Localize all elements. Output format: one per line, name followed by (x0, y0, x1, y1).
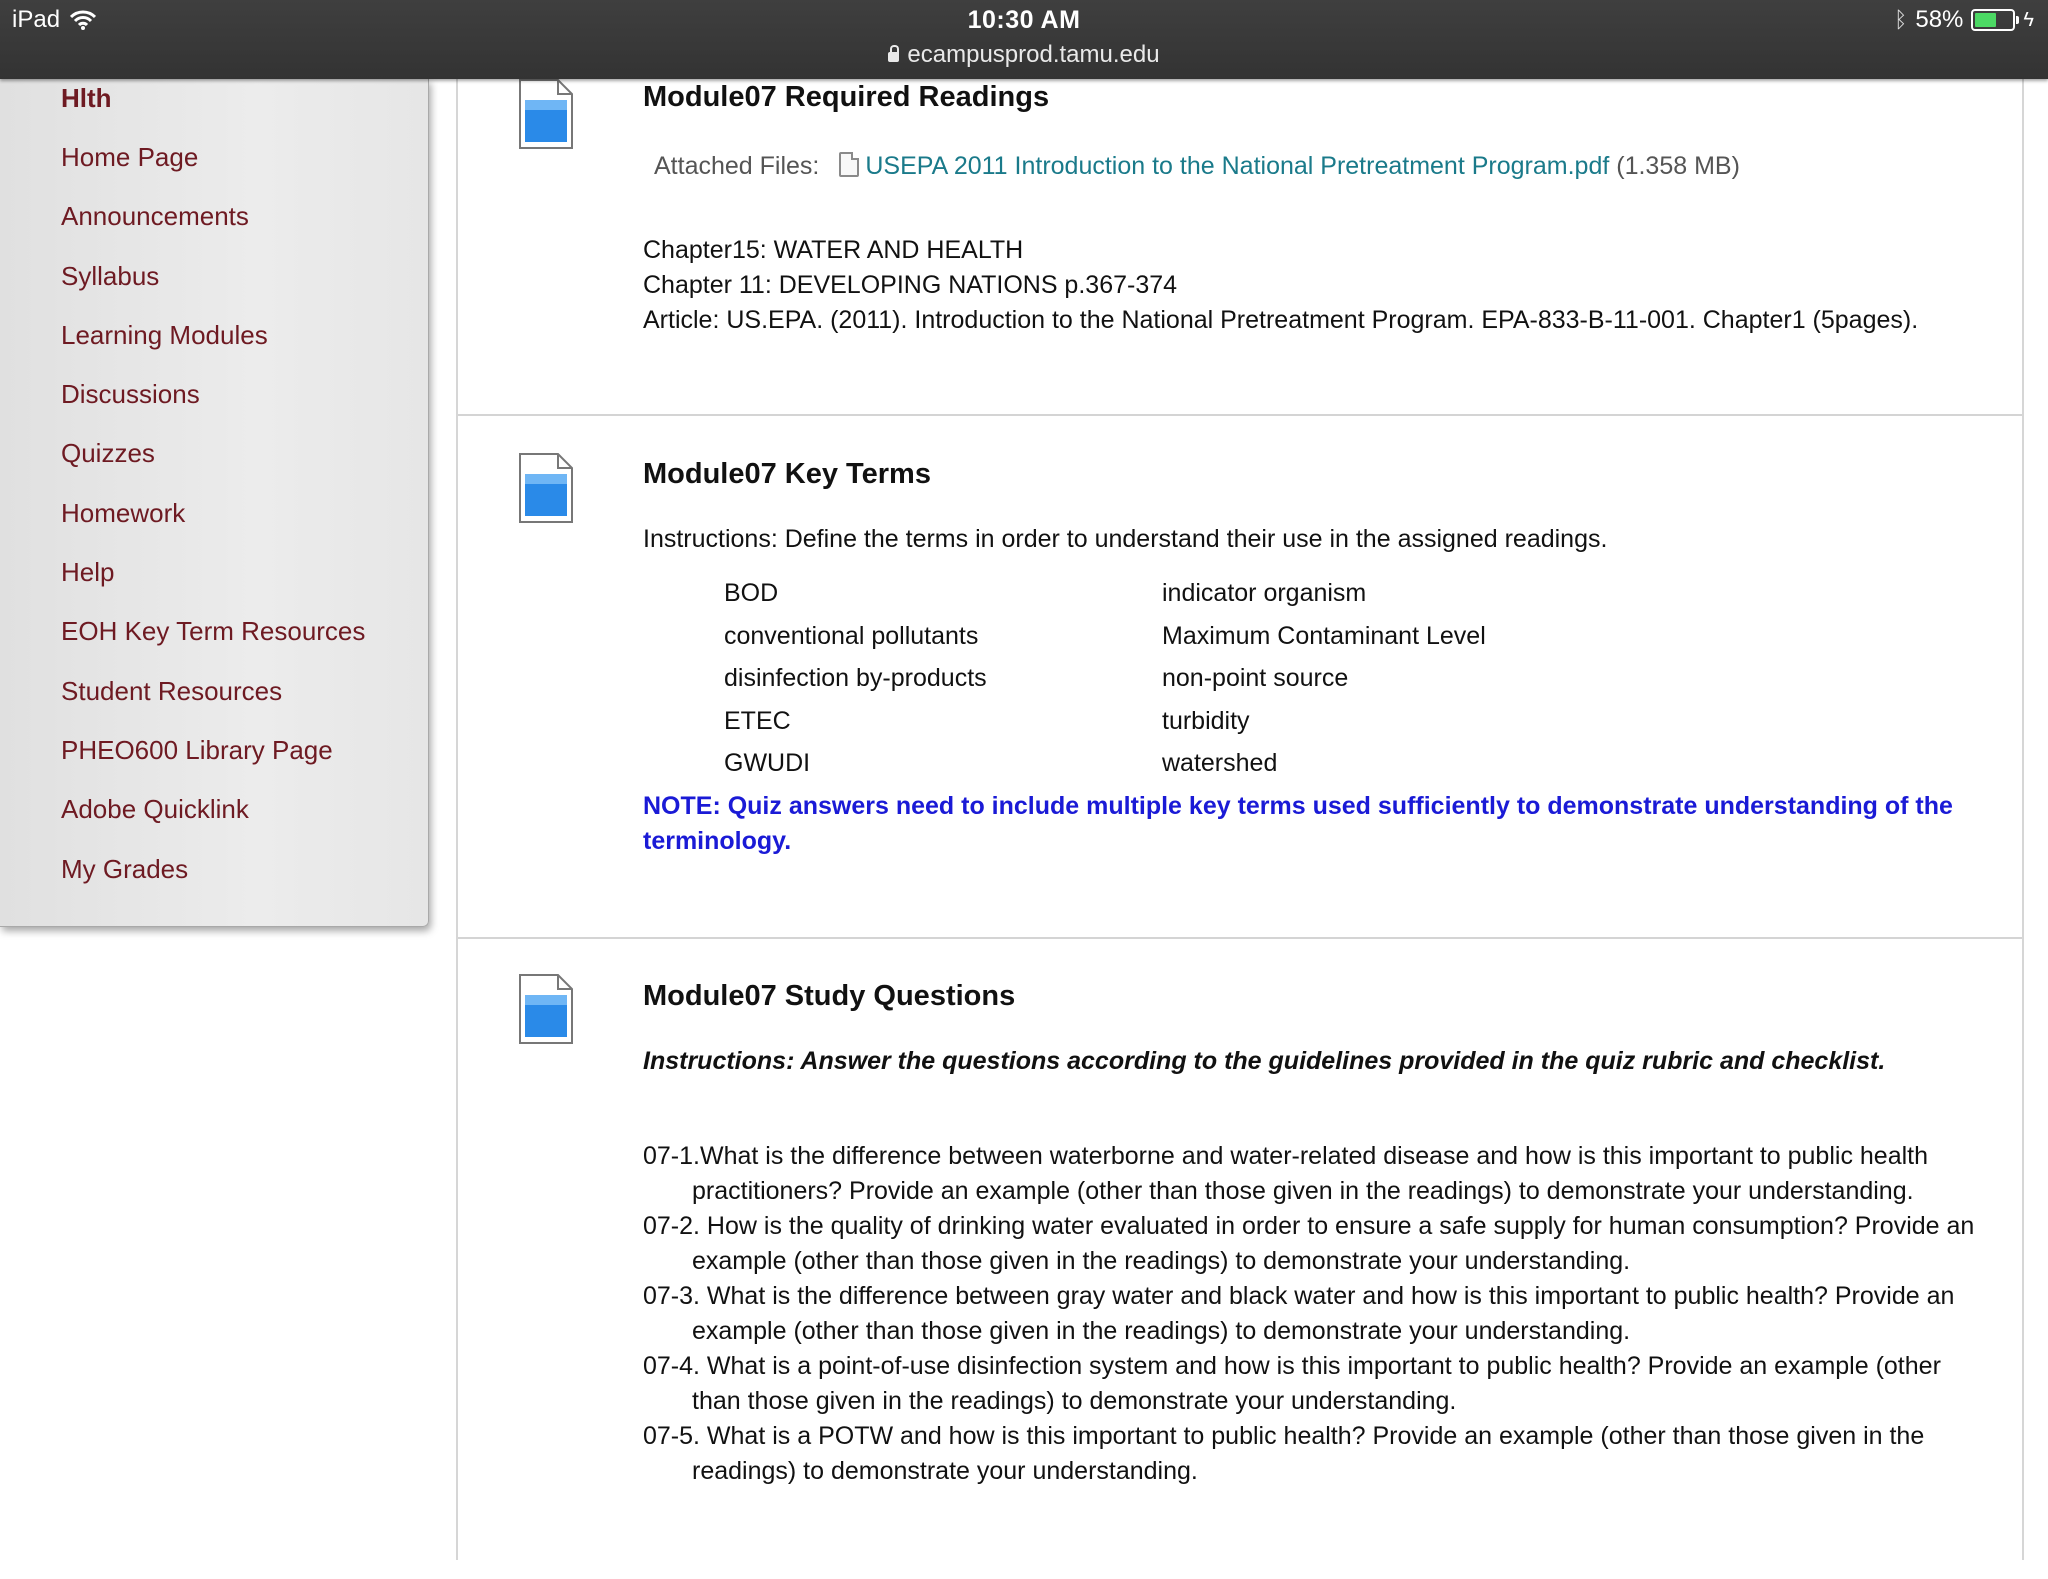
reading-line: Chapter 11: DEVELOPING NATIONS p.367-374 (643, 271, 1178, 299)
content-area: Module07 Required Readings Attached File… (456, 60, 2024, 1560)
document-icon (519, 453, 573, 523)
term: ETEC (724, 706, 791, 735)
charging-icon: ϟ (2023, 8, 2034, 31)
term-row: disinfection by-products non-point source (724, 664, 1486, 707)
term: Maximum Contaminant Level (1162, 621, 1486, 650)
system-indicators: ᛒ 58% ϟ (1894, 6, 2034, 34)
address-bar[interactable]: ecampusprod.tamu.edu (0, 41, 2048, 69)
sidebar-item-homework[interactable]: Homework (61, 493, 365, 552)
sidebar-item-discussions[interactable]: Discussions (61, 374, 365, 433)
sidebar-item-my-grades[interactable]: My Grades (61, 849, 365, 908)
content-item-study-questions: Module07 Study Questions Instructions: A… (458, 939, 2022, 1579)
sidebar-item-library-page[interactable]: PHEO600 Library Page (61, 730, 365, 789)
sidebar-item-announcements[interactable]: Announcements (61, 196, 365, 255)
item-title[interactable]: Module07 Study Questions (643, 980, 1015, 1013)
clock: 10:30 AM (967, 6, 1081, 34)
sidebar-item-home-page[interactable]: Home Page (61, 137, 365, 196)
attached-files-label: Attached Files: (654, 152, 820, 180)
document-icon (519, 79, 573, 149)
lock-icon (888, 45, 900, 62)
item-title[interactable]: Module07 Required Readings (643, 81, 1049, 114)
study-instructions: Instructions: Answer the questions accor… (643, 1047, 1886, 1075)
term-row: ETEC turbidity (724, 707, 1486, 750)
sidebar-item-syllabus[interactable]: Syllabus (61, 256, 365, 315)
sidebar-item-learning-modules[interactable]: Learning Modules (61, 315, 365, 374)
item-title[interactable]: Module07 Key Terms (643, 458, 931, 491)
question-item: 07-5. What is a POTW and how is this imp… (643, 1422, 1925, 1485)
term: GWUDI (724, 749, 811, 777)
term: BOD (724, 579, 779, 607)
question-item: 07-2. How is the quality of drinking wat… (643, 1212, 1975, 1275)
term: turbidity (1162, 706, 1250, 735)
term: non-point source (1162, 664, 1349, 692)
battery-icon (1971, 9, 2020, 31)
term: watershed (1162, 749, 1278, 777)
quiz-note: NOTE: Quiz answers need to include multi… (643, 792, 1953, 855)
key-terms-instructions: Instructions: Define the terms in order … (643, 525, 1608, 553)
document-icon (519, 974, 573, 1044)
term: disinfection by-products (724, 664, 987, 692)
term-row: conventional pollutants Maximum Contamina… (724, 622, 1486, 665)
term: indicator organism (1162, 579, 1367, 607)
battery-fill (1975, 13, 1997, 27)
file-size: (1.358 MB) (1616, 152, 1740, 180)
url-text: ecampusprod.tamu.edu (907, 41, 1160, 68)
question-item: 07-3. What is the difference between gra… (643, 1282, 1955, 1345)
sidebar-item-help[interactable]: Help (61, 552, 365, 611)
term: conventional pollutants (724, 621, 979, 650)
sidebar-item-adobe-quicklink[interactable]: Adobe Quicklink (61, 789, 365, 848)
course-menu: Hlth Home Page Announcements Syllabus Le… (0, 79, 429, 927)
term-row: BOD indicator organism (724, 579, 1486, 622)
key-terms-table: BOD indicator organism conventional pollu… (724, 579, 1486, 792)
reading-line: Chapter15: WATER AND HEALTH (643, 236, 1024, 264)
question-item: 07-1.What is the difference between wate… (643, 1142, 1929, 1205)
reading-line: Article: US.EPA. (2011). Introduction to… (643, 306, 1919, 334)
term-row: GWUDI watershed (724, 749, 1486, 792)
bluetooth-icon: ᛒ (1894, 7, 1908, 32)
file-icon (839, 152, 860, 177)
status-bar: iPad 10:30 AM ecampusprod.tamu.edu ᛒ 58%… (0, 0, 2048, 79)
question-item: 07-4. What is a point-of-use disinfectio… (643, 1352, 1941, 1415)
sidebar-item-quizzes[interactable]: Quizzes (61, 433, 365, 492)
battery-percent: 58% (1915, 6, 1964, 33)
question-list: 07-1.What is the difference between wate… (643, 1139, 1983, 1489)
content-item-required-readings: Module07 Required Readings Attached File… (458, 60, 2022, 416)
course-title[interactable]: Hlth (61, 83, 112, 114)
sidebar-item-student-resources[interactable]: Student Resources (61, 671, 365, 730)
attached-files: Attached Files: USEPA 2011 Introduction t… (654, 152, 1740, 181)
sidebar-item-eoh-key-term-resources[interactable]: EOH Key Term Resources (61, 611, 365, 670)
course-menu-list: Home Page Announcements Syllabus Learnin… (61, 137, 365, 908)
item-description: Chapter15: WATER AND HEALTH Chapter 11: … (643, 233, 1973, 338)
content-item-key-terms: Module07 Key Terms Instructions: Define … (458, 416, 2022, 939)
attached-file-link[interactable]: USEPA 2011 Introduction to the National … (865, 152, 1609, 180)
